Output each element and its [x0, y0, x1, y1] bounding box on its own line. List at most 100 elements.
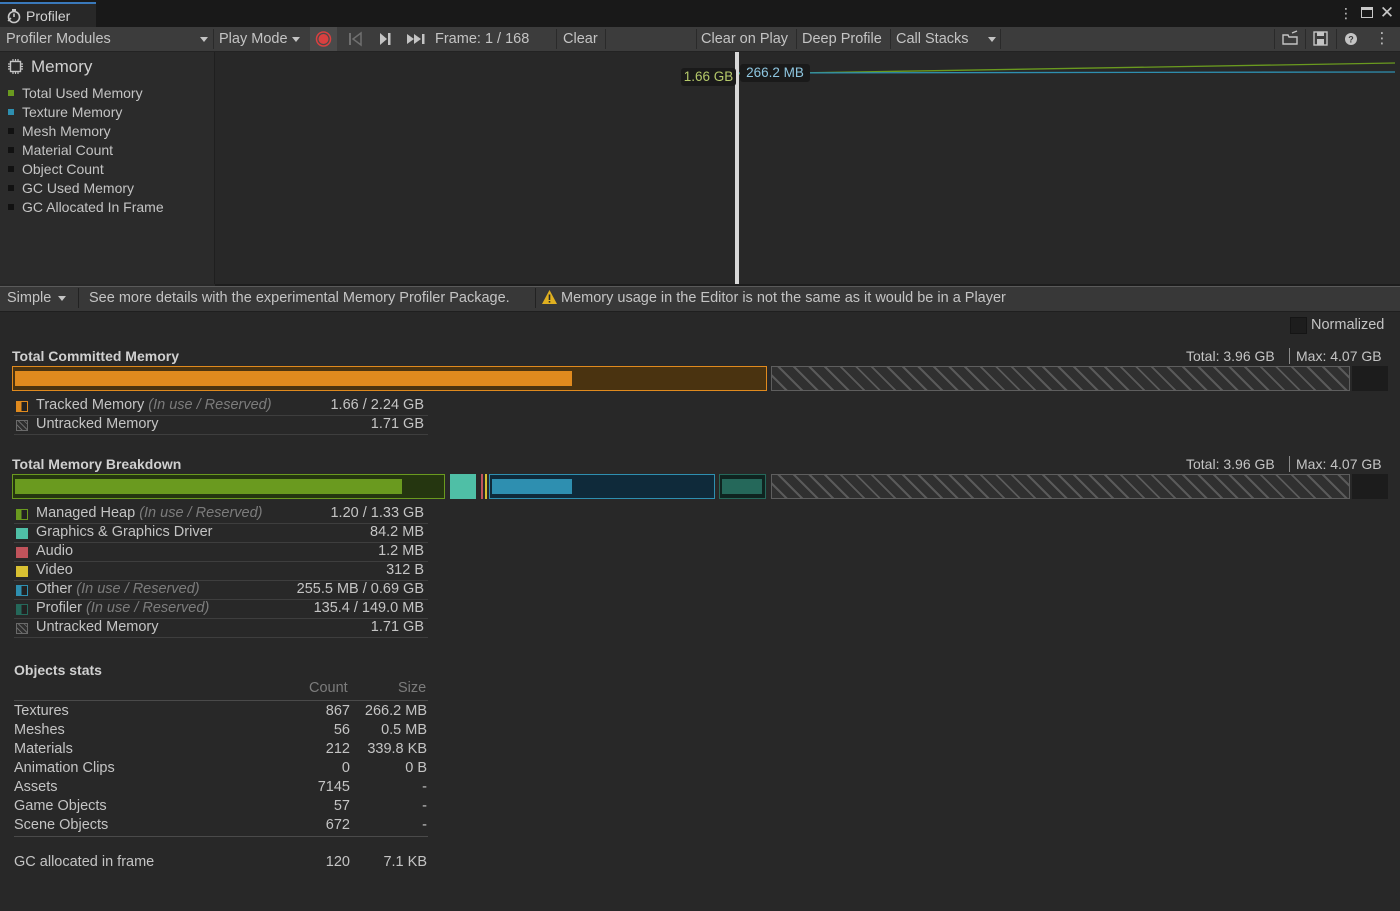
legend-label-note: (In use / Reserved): [139, 505, 263, 521]
clear-on-play-toggle[interactable]: Clear on Play: [697, 27, 794, 51]
legend-row[interactable]: Other (In use / Reserved) 255.5 MB / 0.69…: [14, 581, 428, 600]
object-stat-row: Scene Objects 672 -: [14, 817, 428, 836]
play-mode-label: Play Mode: [219, 31, 288, 47]
record-button[interactable]: [310, 27, 337, 51]
profiler-memory-bar[interactable]: [719, 474, 766, 499]
legend-value: 312 B: [386, 562, 424, 578]
first-frame-button[interactable]: [342, 27, 368, 51]
profiler-icon: [7, 8, 21, 23]
module-counter-item[interactable]: Material Count: [22, 142, 113, 158]
legend-row[interactable]: Untracked Memory 1.71 GB: [14, 416, 428, 435]
free-memory-bar: [1352, 366, 1388, 391]
object-stat-row: Assets 7145 -: [14, 779, 428, 798]
legend-value: 1.20 / 1.33 GB: [330, 505, 424, 521]
object-stat-name: Assets: [14, 779, 58, 795]
legend-row[interactable]: Managed Heap (In use / Reserved) 1.20 / 1…: [14, 505, 428, 524]
module-counter-item[interactable]: Mesh Memory: [22, 123, 111, 139]
breakdown-max-label: Max: 4.07 GB: [1296, 456, 1382, 472]
close-icon[interactable]: ✕: [1379, 3, 1395, 23]
object-stat-name: Game Objects: [14, 798, 107, 814]
object-stat-size: 0.5 MB: [381, 722, 427, 738]
editor-memory-warning: Memory usage in the Editor is not the sa…: [561, 290, 1006, 306]
object-stat-name: Animation Clips: [14, 760, 115, 776]
module-counter-item[interactable]: GC Used Memory: [22, 180, 134, 196]
deep-profile-toggle[interactable]: Deep Profile: [797, 27, 889, 51]
legend-color-swatch: [16, 528, 28, 539]
frame-selection-cursor[interactable]: [735, 52, 739, 284]
window-title-bar: [0, 0, 1400, 27]
tooltip-total-memory: 1.66 GB: [681, 68, 736, 86]
count-column-header: Count: [309, 680, 348, 696]
more-options-icon[interactable]: ⋮: [1338, 5, 1354, 22]
module-counter-item[interactable]: Total Used Memory: [22, 85, 143, 101]
object-stat-size: -: [422, 817, 427, 833]
step-back-icon: [349, 31, 362, 47]
legend-value: 1.66 / 2.24 GB: [330, 397, 424, 413]
object-stat-count: 867: [325, 703, 350, 719]
chevron-down-icon: [988, 37, 996, 42]
save-data-button[interactable]: [1308, 27, 1334, 51]
module-counter-item[interactable]: Texture Memory: [22, 104, 122, 120]
normalized-checkbox[interactable]: [1290, 317, 1307, 334]
load-data-button[interactable]: [1278, 27, 1304, 51]
call-stacks-label: Call Stacks: [896, 31, 969, 47]
play-mode-dropdown[interactable]: Play Mode: [214, 27, 306, 51]
legend-value: 1.71 GB: [370, 619, 424, 635]
series-color-swatch: [8, 204, 14, 210]
module-counter-item[interactable]: Object Count: [22, 161, 104, 177]
skip-to-end-icon: [407, 34, 425, 44]
legend-row[interactable]: Profiler (In use / Reserved) 135.4 / 149.…: [14, 600, 428, 619]
call-stacks-toggle[interactable]: Call Stacks: [891, 27, 999, 51]
object-stat-count: 212: [325, 741, 350, 757]
legend-color-swatch: [16, 401, 28, 412]
clear-button[interactable]: Clear: [557, 27, 605, 51]
legend-label: Profiler (In use / Reserved): [36, 600, 209, 616]
profiler-modules-dropdown[interactable]: Profiler Modules: [0, 27, 212, 51]
module-title[interactable]: Memory: [31, 57, 92, 77]
legend-divider: [14, 434, 428, 435]
breakdown-free-bar: [1352, 474, 1388, 499]
help-button[interactable]: ?: [1339, 27, 1365, 51]
module-counter-item[interactable]: GC Allocated In Frame: [22, 199, 164, 215]
tracked-memory-bar[interactable]: [12, 366, 767, 391]
legend-color-swatch: [16, 604, 28, 615]
legend-label: Tracked Memory (In use / Reserved): [36, 397, 272, 413]
object-stat-size: 339.8 KB: [367, 741, 427, 757]
profiler-window-tab[interactable]: Profiler: [0, 2, 96, 27]
untracked-memory-bar[interactable]: [771, 366, 1350, 391]
object-stat-count: 56: [333, 722, 350, 738]
legend-value: 1.71 GB: [370, 416, 424, 432]
legend-color-swatch: [16, 623, 28, 634]
object-stat-count: 7145: [317, 779, 350, 795]
legend-row[interactable]: Video 312 B: [14, 562, 428, 581]
memory-graph-lines: [736, 62, 1396, 75]
legend-label-note: (In use / Reserved): [148, 397, 272, 413]
object-stat-size: -: [422, 798, 427, 814]
video-bar[interactable]: [485, 474, 487, 499]
legend-row[interactable]: Graphics & Graphics Driver 84.2 MB: [14, 524, 428, 543]
legend-row[interactable]: Tracked Memory (In use / Reserved) 1.66 /…: [14, 397, 428, 416]
more-menu-icon[interactable]: ⋮: [1374, 27, 1390, 51]
other-memory-bar[interactable]: [489, 474, 715, 499]
managed-heap-bar[interactable]: [12, 474, 445, 499]
view-mode-dropdown[interactable]: Simple: [0, 286, 76, 310]
memory-profiler-package-link[interactable]: See more details with the experimental M…: [89, 286, 510, 310]
legend-value: 255.5 MB / 0.69 GB: [296, 581, 424, 597]
object-stat-name: Materials: [14, 741, 73, 757]
legend-label-text: Video: [36, 562, 73, 578]
object-stat-name: Meshes: [14, 722, 65, 738]
legend-row[interactable]: Untracked Memory 1.71 GB: [14, 619, 428, 638]
legend-row[interactable]: Audio 1.2 MB: [14, 543, 428, 562]
legend-label: Untracked Memory: [36, 619, 158, 635]
legend-label-text: Untracked Memory: [36, 619, 159, 635]
maximize-icon[interactable]: [1361, 7, 1373, 18]
series-color-swatch: [8, 90, 14, 96]
breakdown-untracked-bar[interactable]: [771, 474, 1350, 499]
audio-bar[interactable]: [481, 474, 483, 499]
last-frame-button[interactable]: [402, 27, 430, 51]
object-stat-name: Textures: [14, 703, 69, 719]
chevron-down-icon: [58, 295, 67, 301]
legend-value: 135.4 / 149.0 MB: [313, 600, 424, 616]
next-frame-button[interactable]: [372, 27, 398, 51]
graphics-bar[interactable]: [450, 474, 476, 499]
